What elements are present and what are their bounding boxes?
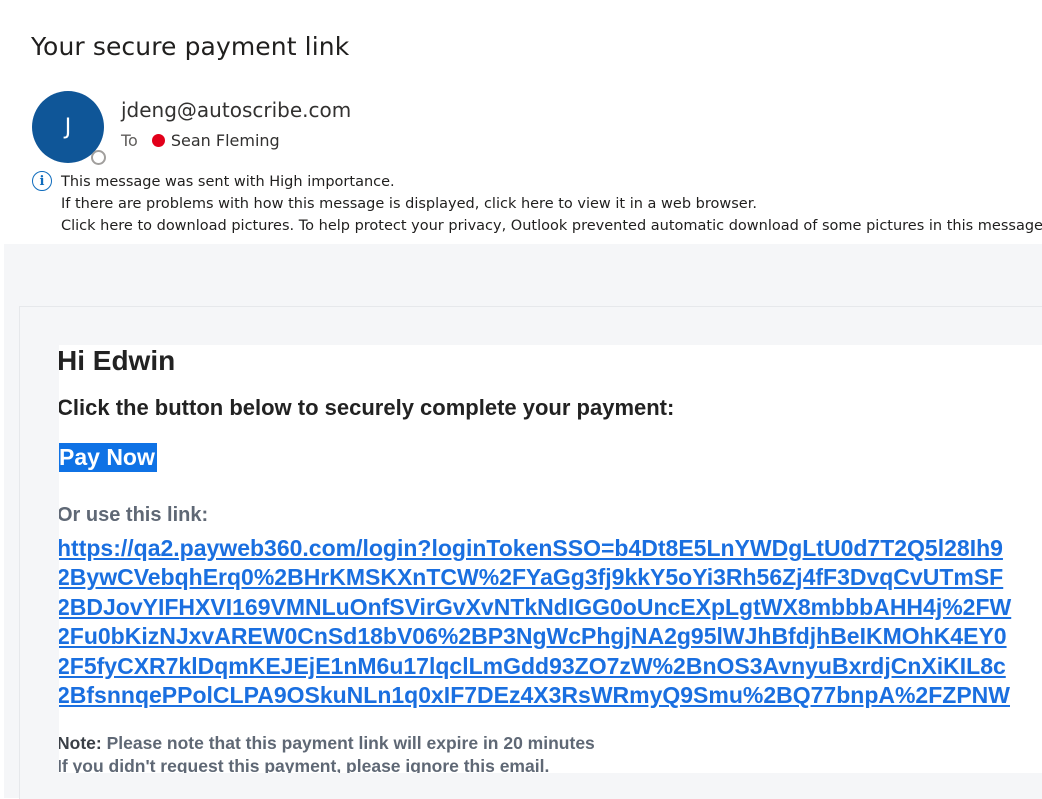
payment-link-line[interactable]: 2BfsnnqePPolCLPA9OSkuNLn1q0xIF7DEz4X3RsW… bbox=[59, 681, 1011, 710]
message-content: Hi Edwin Click the button below to secur… bbox=[59, 345, 1042, 773]
payment-link[interactable]: https://qa2.payweb360.com/login?loginTok… bbox=[59, 534, 1011, 710]
note-label: Note: bbox=[59, 733, 102, 753]
recipients-row: To Sean Fleming bbox=[121, 131, 280, 150]
sender-avatar[interactable]: J bbox=[32, 91, 106, 165]
importance-notice: This message was sent with High importan… bbox=[61, 174, 395, 190]
info-icon: i bbox=[32, 171, 52, 191]
payment-link-line[interactable]: https://qa2.payweb360.com/login?loginTok… bbox=[59, 534, 1011, 563]
payment-link-line[interactable]: 2BDJovYIFHXVI169VMNLuOnfSVirGvXvNTkNdIGG… bbox=[59, 593, 1011, 622]
instruction-text: Click the button below to securely compl… bbox=[59, 395, 675, 420]
to-label: To bbox=[121, 131, 138, 150]
sender-address[interactable]: jdeng@autoscribe.com bbox=[121, 98, 351, 122]
avatar-initial: J bbox=[64, 114, 72, 140]
status-dot-icon bbox=[151, 134, 165, 147]
note-block: Note: Please note that this payment link… bbox=[59, 732, 595, 773]
email-subject: Your secure payment link bbox=[31, 32, 350, 61]
pay-now-button[interactable]: Pay Now bbox=[59, 443, 157, 472]
download-pictures-link[interactable]: Click here to download pictures. To help… bbox=[61, 217, 1042, 235]
note-text: Please note that this payment link will … bbox=[101, 733, 595, 753]
payment-link-line[interactable]: 2F5fyCXR7klDqmKEJEjE1nM6u17lqclLmGdd93ZO… bbox=[59, 652, 1011, 681]
ignore-note: If you didn't request this payment, plea… bbox=[59, 756, 550, 773]
or-use-link-label: Or use this link: bbox=[59, 504, 209, 526]
payment-link-line[interactable]: 2Fu0bKizNJxvAREW0CnSd18bV06%2BP3NgWcPhgj… bbox=[59, 622, 1011, 651]
payment-link-line[interactable]: 2BywCVebqhErq0%2BHrKMSKXnTCW%2FYaGg3fj9k… bbox=[59, 563, 1011, 592]
presence-status-icon bbox=[91, 150, 106, 165]
message-card: Hi Edwin Click the button below to secur… bbox=[19, 306, 1042, 799]
recipient-name[interactable]: Sean Fleming bbox=[171, 131, 280, 150]
expiry-note: Note: Please note that this payment link… bbox=[59, 732, 595, 755]
greeting: Hi Edwin bbox=[59, 345, 176, 376]
view-in-browser-link[interactable]: If there are problems with how this mess… bbox=[61, 195, 757, 213]
